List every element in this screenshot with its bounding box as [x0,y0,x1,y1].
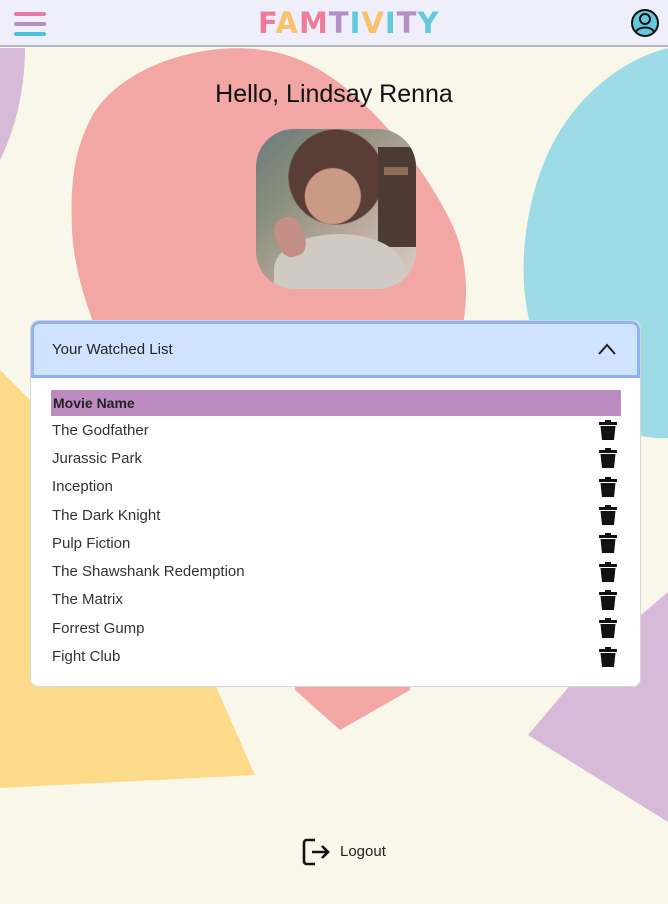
trash-icon[interactable] [598,476,618,498]
watched-list-accordion: Your Watched List Movie Name The Godfath… [30,320,641,687]
app-logo[interactable]: FAMTIVITY [258,6,438,40]
row-actions-cell [591,614,621,642]
row-actions-cell [591,529,621,557]
table-row: Inception [51,473,621,501]
logo-letter: M [298,6,329,40]
column-header-movie-name: Movie Name [51,390,621,416]
hamburger-bar [14,12,46,16]
avatar-detail [378,147,416,247]
table-header-row: Movie Name [51,390,621,416]
row-actions-cell [591,444,621,472]
trash-icon[interactable] [598,447,618,469]
trash-icon[interactable] [598,617,618,639]
row-actions-cell [591,642,621,670]
movie-name-cell: Inception [52,478,113,496]
trash-icon[interactable] [598,589,618,611]
logo-letter: F [258,6,276,40]
logo-letter: I [349,6,362,40]
logout-button[interactable]: Logout [301,837,401,867]
table-row: The Shawshank Redemption [51,557,621,585]
movie-name-cell: Fight Club [52,648,121,666]
row-actions-cell [591,586,621,614]
hamburger-bar [14,32,46,36]
row-actions-cell [591,416,621,444]
watched-list-toggle[interactable]: Your Watched List [31,321,640,378]
logo-letter: T [396,6,418,40]
hamburger-menu-icon[interactable] [14,12,46,36]
movie-name-cell: The Shawshank Redemption [52,563,245,581]
greeting-heading: Hello, Lindsay Renna [215,80,453,108]
row-actions-cell [591,473,621,501]
accordion-title: Your Watched List [52,341,173,358]
profile-avatar [256,129,416,289]
movie-name-cell: Pulp Fiction [52,534,131,552]
watched-table: Movie Name The Godfather Jurassic Park Inc… [51,390,621,671]
logo-letter: Y [417,6,440,40]
logo-letter: I [384,6,397,40]
trash-icon[interactable] [598,504,618,526]
table-row: Jurassic Park [51,444,621,472]
logout-icon [302,838,330,866]
table-row: The Matrix [51,586,621,614]
movie-name-cell: The Godfather [52,421,149,439]
table-row: Pulp Fiction [51,529,621,557]
table-row: Forrest Gump [51,614,621,642]
top-navbar: FAMTIVITY [0,0,668,47]
trash-icon[interactable] [598,561,618,583]
logo-text: FAMTIVITY [258,6,439,40]
table-row: The Godfather [51,416,621,444]
table-row: Fight Club [51,642,621,670]
movie-name-cell: The Matrix [52,591,123,609]
movie-name-cell: Jurassic Park [52,449,143,467]
logout-label: Logout [340,843,386,860]
hamburger-bar [14,22,46,26]
table-row: The Dark Knight [51,501,621,529]
movie-name-cell: The Dark Knight [52,506,161,524]
trash-icon[interactable] [598,419,618,441]
watched-table-body: The Godfather Jurassic Park Inception The D… [51,416,621,671]
logo-letter: V [361,6,385,40]
row-actions-cell [591,501,621,529]
movie-name-cell: Forrest Gump [52,619,145,637]
logo-letter: A [275,6,299,40]
user-circle-icon[interactable] [630,8,660,38]
trash-icon[interactable] [598,532,618,554]
row-actions-cell [591,557,621,585]
chevron-up-icon [598,343,616,355]
logo-letter: T [328,6,350,40]
trash-icon[interactable] [598,646,618,668]
